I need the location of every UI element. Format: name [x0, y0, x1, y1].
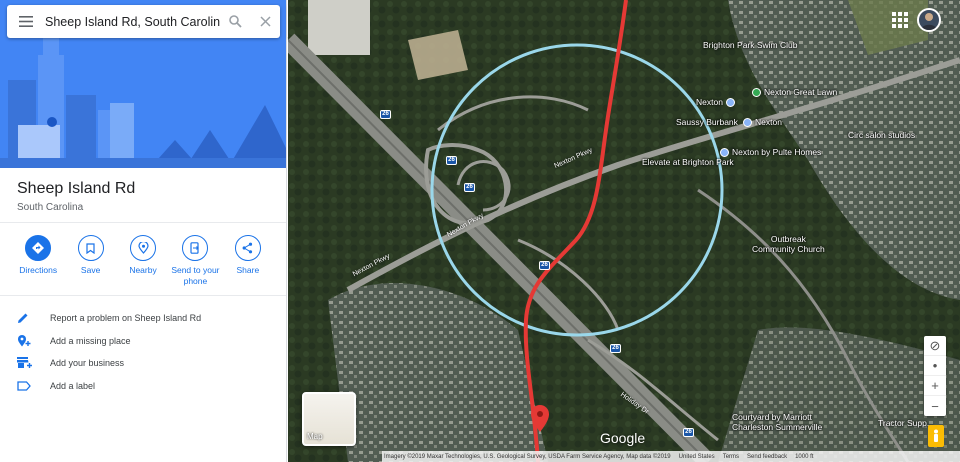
map-controls: ⊘ • + −	[924, 336, 946, 416]
interstate-shield: 26	[380, 110, 391, 119]
place-label[interactable]: Courtyard by Marriott Charleston Summerv…	[732, 412, 822, 432]
place-label[interactable]: Elevate at Brighton Park	[642, 157, 734, 167]
add-missing-place-label: Add a missing place	[50, 335, 131, 346]
place-label[interactable]: Nexton	[696, 97, 735, 107]
send-feedback-link[interactable]: Send feedback	[747, 454, 787, 460]
share-label: Share	[236, 265, 260, 275]
pegman-icon[interactable]	[928, 425, 944, 447]
my-location-icon[interactable]: •	[924, 356, 946, 376]
hamburger-menu-icon[interactable]	[7, 5, 45, 38]
add-missing-place-link[interactable]: Add a missing place	[0, 330, 286, 353]
directions-button[interactable]: Directions	[12, 235, 64, 287]
share-button[interactable]: Share	[222, 235, 274, 287]
layer-toggle-label: Map	[307, 432, 323, 441]
save-button[interactable]: Save	[64, 235, 116, 287]
region-link[interactable]: United States	[679, 454, 715, 460]
interstate-shield: 26	[446, 156, 457, 165]
map-footer: Imagery ©2019 Maxar Technologies, U.S. G…	[382, 451, 960, 462]
place-label[interactable]: Nexton	[743, 117, 782, 127]
place-actions: Directions Save Nearby Send to your phon…	[12, 235, 274, 287]
google-logo: Google	[600, 430, 646, 446]
place-label[interactable]: Nexton by Pulte Homes	[720, 147, 821, 157]
save-label: Save	[80, 265, 101, 275]
nearby-icon	[130, 235, 157, 261]
interstate-shield: 26	[610, 344, 621, 353]
place-subtitle: South Carolina	[17, 202, 84, 213]
directions-icon	[25, 235, 52, 261]
share-icon	[234, 235, 261, 261]
add-location-icon	[0, 334, 50, 347]
nearby-label: Nearby	[129, 265, 157, 275]
account-avatar[interactable]	[917, 8, 941, 32]
location-pin-icon	[720, 147, 729, 157]
interstate-shield: 26	[683, 428, 694, 437]
place-label[interactable]: Brighton Park Swim Club	[703, 40, 797, 50]
send-to-phone-button[interactable]: Send to your phone	[169, 235, 221, 287]
place-title: Sheep Island Rd	[17, 180, 136, 197]
place-label[interactable]: Tractor Supp...	[878, 418, 934, 428]
terms-link[interactable]: Terms	[723, 454, 739, 460]
label-icon	[0, 381, 50, 391]
place-label[interactable]: Outbreak Community Church	[752, 234, 825, 254]
profile-icon	[921, 13, 937, 30]
zoom-in-button[interactable]: +	[924, 376, 946, 396]
interstate-shield: 26	[539, 261, 550, 270]
map-layer-toggle[interactable]: Map	[302, 392, 356, 446]
place-label[interactable]: Nexton Great Lawn	[752, 87, 837, 97]
satellite-map[interactable]: Nexton Pkwy Nexton Pkwy Nexton Pkwy Holi…	[288, 0, 960, 462]
pencil-icon	[0, 312, 50, 324]
divider	[0, 295, 286, 296]
search-box[interactable]: Sheep Island Rd, South Carolina	[7, 5, 280, 38]
directions-label: Directions	[19, 265, 58, 275]
location-pin-icon	[743, 117, 752, 127]
add-label-link[interactable]: Add a label	[0, 375, 286, 398]
add-label-label: Add a label	[50, 380, 96, 391]
divider	[0, 222, 286, 223]
place-label[interactable]: Saussy Burbank	[676, 117, 738, 127]
add-business-link[interactable]: Add your business	[0, 352, 286, 375]
apps-grid-icon[interactable]	[889, 9, 911, 31]
search-icon[interactable]	[220, 5, 250, 38]
send-to-phone-label: Send to your phone	[171, 265, 220, 286]
place-label[interactable]: Circ salon studios	[848, 130, 915, 140]
park-icon	[752, 87, 761, 97]
scale-bar[interactable]: 1000 ft	[795, 454, 813, 460]
report-problem-link[interactable]: Report a problem on Sheep Island Rd	[0, 307, 286, 330]
attribution-text: Imagery ©2019 Maxar Technologies, U.S. G…	[384, 453, 671, 460]
report-problem-label: Report a problem on Sheep Island Rd	[50, 313, 202, 324]
bookmark-icon	[77, 235, 104, 261]
compass-icon[interactable]: ⊘	[924, 336, 946, 356]
add-business-label: Add your business	[50, 358, 125, 369]
location-pin-icon	[725, 97, 735, 107]
place-panel: Sheep Island Rd, South Carolina Sheep Is…	[0, 0, 287, 462]
close-icon[interactable]	[250, 5, 280, 38]
nearby-button[interactable]: Nearby	[117, 235, 169, 287]
search-input[interactable]: Sheep Island Rd, South Carolina	[45, 15, 220, 29]
zoom-out-button[interactable]: −	[924, 396, 946, 416]
interstate-shield: 26	[464, 183, 475, 192]
extra-actions-list: Report a problem on Sheep Island Rd Add …	[0, 307, 286, 398]
store-icon	[0, 357, 50, 369]
send-to-phone-icon	[182, 235, 209, 261]
